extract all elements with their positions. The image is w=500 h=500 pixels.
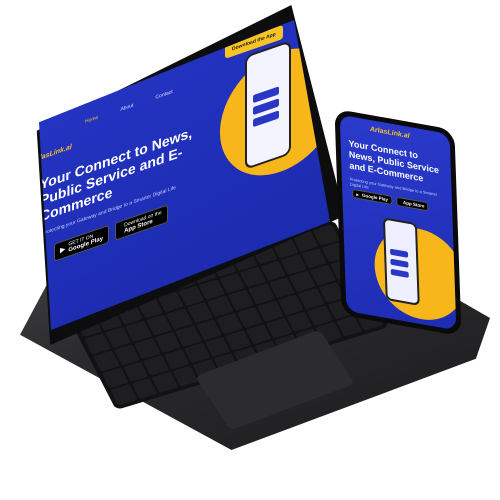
- main-nav: Home About Contact: [85, 89, 173, 125]
- nav-contact[interactable]: Contact: [155, 89, 172, 101]
- phone-hero-image: [382, 217, 420, 306]
- hero-phone-image: [245, 40, 291, 170]
- nav-home[interactable]: Home: [85, 114, 98, 125]
- app-store-button[interactable]: Download on the App Store: [115, 204, 168, 241]
- google-play-button[interactable]: ▶ GET IT ON Google Play: [54, 224, 110, 262]
- hero-title: Your Connect to News, Public Service and…: [40, 124, 193, 225]
- phone-mockup: ArlasLink.al Your Connect to News, Publi…: [334, 108, 462, 337]
- google-play-icon: ▶: [356, 192, 360, 197]
- phone-screen: ArlasLink.al Your Connect to News, Publi…: [339, 114, 457, 331]
- google-play-icon: ▶: [60, 245, 66, 255]
- phone-logo[interactable]: ArlasLink.al: [370, 126, 410, 140]
- nav-about[interactable]: About: [120, 102, 133, 113]
